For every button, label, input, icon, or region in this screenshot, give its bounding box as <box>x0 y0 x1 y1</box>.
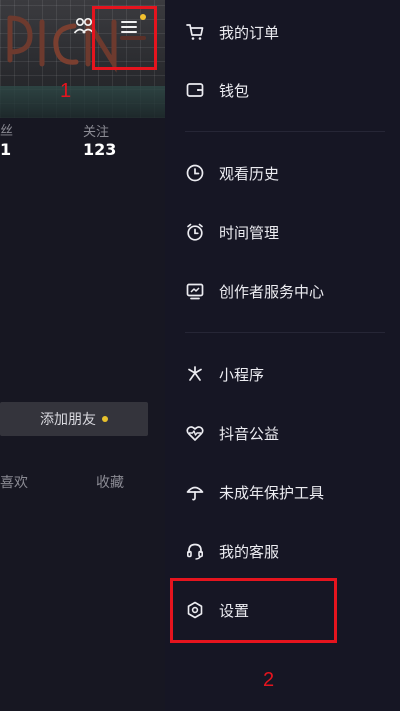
menu-item-charity[interactable]: 抖音公益 <box>185 418 279 448</box>
menu-item-watch-history[interactable]: 观看历史 <box>185 158 279 188</box>
add-friend-label: 添加朋友 <box>40 412 96 428</box>
menu-item-customer-service[interactable]: 我的客服 <box>185 536 279 566</box>
step-2-label: 2 <box>263 669 275 691</box>
add-friend-button[interactable]: 添加朋友 <box>0 402 148 436</box>
menu-item-wallet[interactable]: 钱包 <box>185 75 249 105</box>
menu-item-label: 我的订单 <box>219 23 280 42</box>
add-friend-badge-dot <box>102 416 108 422</box>
alarm-icon <box>187 223 203 241</box>
menu-item-orders[interactable]: 我的订单 <box>185 17 279 47</box>
followers-count[interactable]: 1 <box>0 140 11 159</box>
highlight-box-menu <box>92 6 157 70</box>
menu-item-label: 时间管理 <box>219 223 280 242</box>
menu-item-mini-programs[interactable]: 小程序 <box>185 359 264 389</box>
menu-item-label: 小程序 <box>219 365 265 384</box>
menu-item-minor-protection[interactable]: 未成年保护工具 <box>185 477 324 507</box>
headset-icon <box>186 543 204 560</box>
asterisk-icon <box>188 366 202 381</box>
cart-icon <box>186 24 204 40</box>
followers-label: 丝 <box>0 124 14 139</box>
menu-divider <box>185 131 385 132</box>
menu-item-label: 观看历史 <box>219 164 280 183</box>
menu-item-time-management[interactable]: 时间管理 <box>185 217 279 247</box>
wallet-icon <box>186 83 204 97</box>
tab-favorites[interactable]: 收藏 <box>96 472 124 492</box>
menu-item-label: 我的客服 <box>219 542 280 561</box>
monitor-icon <box>186 283 204 300</box>
menu-divider <box>185 332 385 333</box>
umbrella-icon <box>186 486 204 501</box>
following-count[interactable]: 123 <box>83 140 116 159</box>
menu-item-label: 创作者服务中心 <box>219 282 325 301</box>
step-1-label: 1 <box>60 80 72 102</box>
menu-item-label: 未成年保护工具 <box>219 483 325 502</box>
highlight-box-settings <box>170 578 337 643</box>
heart-pulse-icon <box>186 426 204 441</box>
clock-icon <box>186 164 204 182</box>
profile-panel: 丝 1 关注 123 添加朋友 喜欢 收藏 <box>0 0 165 711</box>
menu-item-label: 抖音公益 <box>219 424 280 443</box>
menu-item-label: 钱包 <box>219 81 250 100</box>
following-label: 关注 <box>83 125 110 140</box>
tab-likes[interactable]: 喜欢 <box>0 472 28 492</box>
menu-item-creator-center[interactable]: 创作者服务中心 <box>185 276 324 306</box>
